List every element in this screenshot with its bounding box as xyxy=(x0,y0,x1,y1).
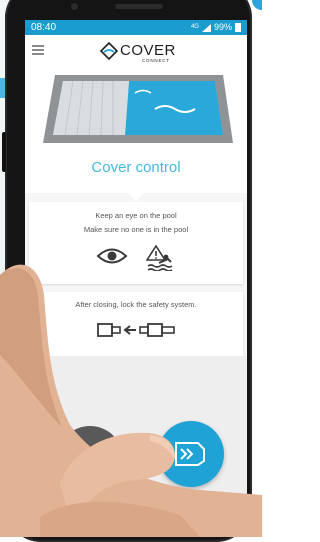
title-caret xyxy=(128,186,144,202)
status-time: 08:40 xyxy=(31,22,57,33)
lock-instruction: After closing, lock the safety system. xyxy=(75,300,197,309)
logo-mark-icon xyxy=(100,42,118,60)
menu-icon[interactable] xyxy=(32,45,44,55)
close-button-label: Close xyxy=(180,493,202,503)
page-title-text: Cover control xyxy=(91,159,181,176)
pool-cover-image xyxy=(43,75,233,143)
signal-icon xyxy=(201,23,211,32)
pool-illustration xyxy=(25,65,247,153)
battery-icon xyxy=(235,23,241,32)
phone-side-button xyxy=(2,132,6,172)
app-bar: COVER CONNECT xyxy=(25,35,247,65)
pool-warning-icon xyxy=(146,245,173,271)
open-cover-icon xyxy=(76,449,104,469)
instruction-line-1: Keep an eye on the pool xyxy=(95,211,177,220)
eye-icon xyxy=(96,248,128,264)
page-title: Cover control xyxy=(25,153,247,202)
safety-lock-icon xyxy=(97,323,175,337)
instruction-card-lock: After closing, lock the safety system. xyxy=(29,292,243,356)
app-screen: 08:40 4G 99% COVER CONNECT Cover control… xyxy=(25,20,247,519)
instruction-card-watch: Keep an eye on the pool Make sure no one… xyxy=(29,202,243,284)
instruction-line-2: Make sure no one is in the pool xyxy=(83,225,189,234)
speaker-grille xyxy=(115,4,163,9)
background-accent-dot xyxy=(252,0,262,10)
lock-icons xyxy=(29,321,243,339)
status-indicators: 4G 99% xyxy=(191,20,241,35)
camera-icon xyxy=(71,3,78,10)
phone-frame: 08:40 4G 99% COVER CONNECT Cover control… xyxy=(2,0,252,542)
logo-subtitle: CONNECT xyxy=(142,58,170,63)
app-logo: COVER CONNECT xyxy=(100,41,180,63)
close-cover-button[interactable] xyxy=(158,421,224,487)
close-cover-icon xyxy=(175,442,205,466)
battery-percent: 99% xyxy=(213,22,232,32)
status-bar: 08:40 4G 99% xyxy=(25,20,247,35)
instruction-icons xyxy=(29,245,243,271)
logo-wordmark: COVER xyxy=(120,42,176,59)
network-indicator: 4G xyxy=(190,24,199,30)
open-cover-button[interactable] xyxy=(57,426,123,492)
phone-top-bezel xyxy=(5,0,252,20)
action-area: Close xyxy=(25,356,247,519)
